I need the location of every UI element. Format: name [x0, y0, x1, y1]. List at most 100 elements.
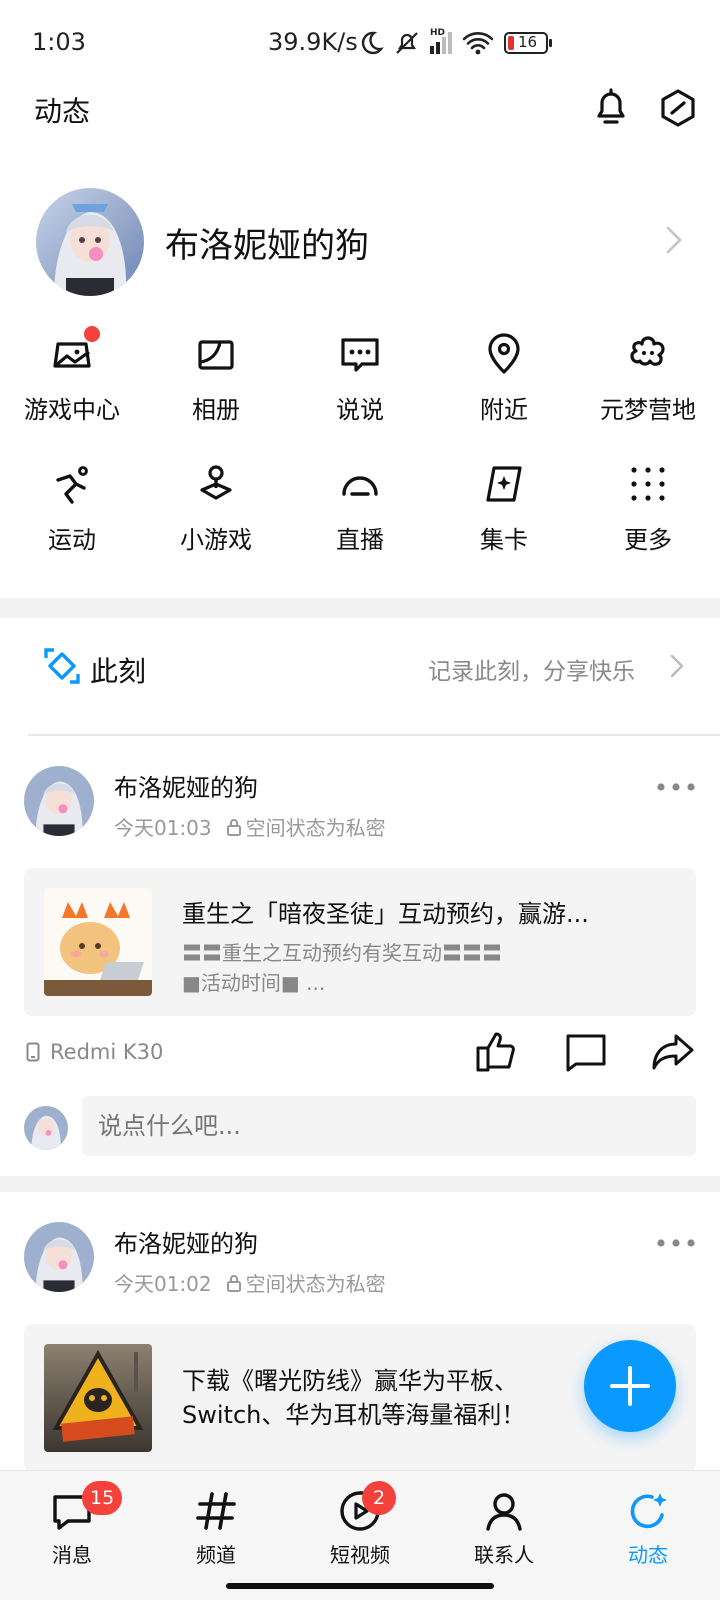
- moment-row[interactable]: 此刻 记录此刻，分享快乐: [0, 620, 720, 712]
- shared-card[interactable]: 重生之「暗夜圣徒」互动预约，赢游... 〓〓重生之互动预约有奖互动〓〓〓 ■活动…: [24, 868, 696, 1016]
- post-time: 今天01:02: [114, 1272, 212, 1296]
- like-icon[interactable]: [474, 1032, 518, 1072]
- moment-hint: 记录此刻，分享快乐: [428, 659, 635, 685]
- moon-icon: [361, 31, 384, 55]
- app-label: 相册: [192, 396, 240, 424]
- app-label: 游戏中心: [24, 396, 120, 424]
- card-subtitle-2: ■活动时间■ ...: [182, 971, 326, 995]
- create-post-button[interactable]: [584, 1340, 676, 1432]
- flower-cloud-icon: [630, 336, 665, 366]
- plus-icon: [610, 1366, 650, 1406]
- app-label: 小游戏: [180, 526, 252, 554]
- nav-label: 频道: [196, 1543, 236, 1567]
- mute-bell-icon: [396, 32, 418, 54]
- app-label: 附近: [480, 396, 528, 424]
- app-live[interactable]: 直播: [288, 462, 432, 572]
- nav-contacts[interactable]: 联系人: [432, 1489, 576, 1573]
- running-icon: [56, 466, 88, 504]
- nav-label: 消息: [52, 1543, 92, 1567]
- album-icon: [198, 340, 234, 370]
- app-label: 直播: [336, 526, 384, 554]
- home-indicator[interactable]: [226, 1583, 494, 1589]
- profile-row[interactable]: 布洛妮娅的狗: [0, 180, 720, 300]
- app-shuoshuo[interactable]: 说说: [288, 332, 432, 442]
- wifi-icon: [462, 32, 494, 55]
- app-yuanmeng[interactable]: 元梦营地: [576, 332, 720, 442]
- card-thumbnail: [44, 1344, 152, 1452]
- nav-channels[interactable]: 频道: [144, 1489, 288, 1573]
- post-meta: 今天01:02 空间状态为私密: [114, 1268, 386, 1297]
- app-mini-games[interactable]: 小游戏: [144, 462, 288, 572]
- nav-feed[interactable]: 动态: [576, 1489, 720, 1573]
- grid-dots-icon: [631, 467, 665, 501]
- refresh-star-icon: [630, 1493, 667, 1529]
- section-divider: [0, 1176, 720, 1192]
- card-subtitle-1: 〓〓重生之互动预约有奖互动〓〓〓: [182, 941, 502, 965]
- card-sparkle-icon: [486, 466, 522, 502]
- post-time: 今天01:03: [114, 816, 212, 840]
- nav-messages[interactable]: 15 消息: [0, 1481, 144, 1573]
- hash-icon: [196, 1492, 236, 1530]
- more-dots-icon[interactable]: [656, 1236, 696, 1250]
- unread-badge: 15: [82, 1481, 123, 1515]
- app-label: 运动: [48, 526, 96, 554]
- comment-row: [0, 1096, 720, 1160]
- chevron-right-icon: [666, 226, 682, 254]
- privacy-label: 空间状态为私密: [245, 1272, 386, 1296]
- hexagon-icon[interactable]: [658, 88, 698, 128]
- app-collect-cards[interactable]: 集卡: [432, 462, 576, 572]
- divider: [28, 734, 720, 736]
- card-text-line-1: 下载《曙光防线》赢华为平板、: [182, 1367, 518, 1395]
- app-nearby[interactable]: 附近: [432, 332, 576, 442]
- avatar[interactable]: [36, 188, 144, 296]
- avatar[interactable]: [24, 766, 94, 836]
- comment-input[interactable]: [82, 1096, 696, 1156]
- unread-badge: 2: [362, 1481, 396, 1515]
- battery-level: 16: [518, 33, 538, 51]
- status-time: 1:03: [32, 28, 86, 56]
- app-album[interactable]: 相册: [144, 332, 288, 442]
- nav-label: 联系人: [474, 1543, 534, 1567]
- lock-icon: [226, 1274, 241, 1292]
- card-text-line-2: Switch、华为耳机等海量福利！: [182, 1401, 526, 1429]
- notification-dot: [84, 326, 100, 342]
- nav-label: 短视频: [330, 1543, 390, 1567]
- post-meta: 今天01:03 空间状态为私密: [114, 812, 386, 841]
- app-game-center[interactable]: 游戏中心: [0, 326, 144, 442]
- page-title: 动态: [34, 95, 91, 128]
- app-more[interactable]: 更多: [576, 462, 720, 572]
- privacy-label: 空间状态为私密: [245, 816, 386, 840]
- joystick-icon: [200, 465, 232, 500]
- share-icon[interactable]: [652, 1032, 696, 1072]
- profile-name: 布洛妮娅的狗: [165, 226, 369, 266]
- battery-icon: 16: [504, 32, 552, 54]
- nav-label: 动态: [628, 1543, 668, 1567]
- card-title: 重生之「暗夜圣徒」互动预约，赢游...: [182, 900, 589, 928]
- post-author[interactable]: 布洛妮娅的狗: [114, 768, 258, 803]
- nav-short-video[interactable]: 2 短视频: [288, 1481, 432, 1573]
- location-pin-icon: [488, 333, 520, 374]
- signal-icon: HD: [430, 28, 452, 54]
- phone-icon: [26, 1042, 40, 1062]
- card-thumbnail: [44, 888, 152, 996]
- app-sports[interactable]: 运动: [0, 462, 144, 572]
- app-label: 更多: [624, 526, 672, 554]
- chevron-right-icon: [670, 654, 684, 678]
- device-label: Redmi K30: [50, 1040, 164, 1064]
- app-label: 说说: [336, 396, 384, 424]
- comment-icon[interactable]: [564, 1032, 608, 1072]
- live-icon: [342, 476, 378, 496]
- moment-label: 此刻: [90, 655, 147, 688]
- chat-bubble-icon: [341, 338, 379, 372]
- page-header: 动态: [0, 86, 720, 166]
- bottom-nav: 15 消息 频道 2 短视频 联系人 动态: [0, 1470, 720, 1600]
- avatar[interactable]: [24, 1222, 94, 1292]
- moment-icon: [44, 648, 80, 684]
- app-label: 元梦营地: [600, 396, 696, 424]
- hd-label: HD: [430, 28, 446, 38]
- avatar: [24, 1106, 68, 1150]
- bell-icon[interactable]: [590, 86, 632, 128]
- status-icons: HD 16: [358, 28, 552, 58]
- post-author[interactable]: 布洛妮娅的狗: [114, 1224, 258, 1259]
- more-dots-icon[interactable]: [656, 780, 696, 794]
